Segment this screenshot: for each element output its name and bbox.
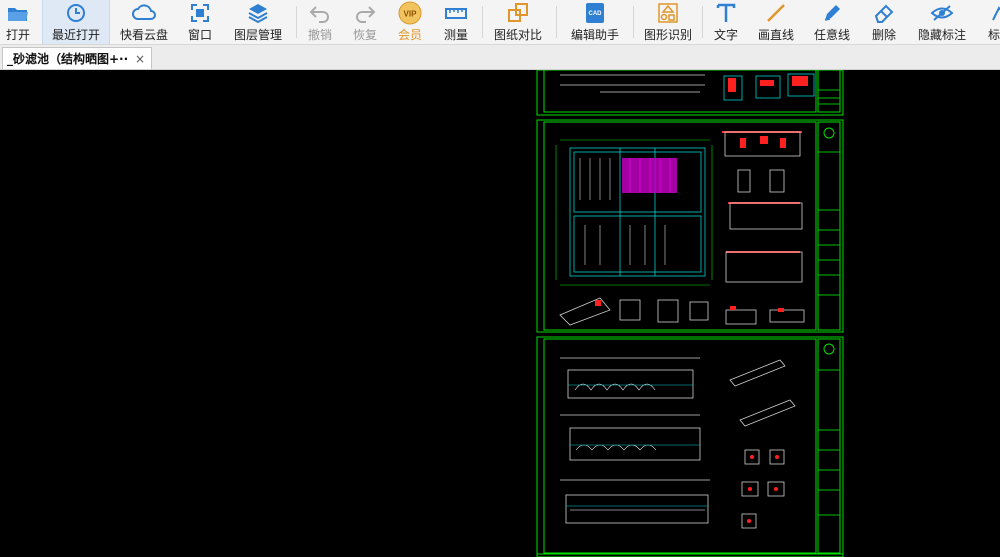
document-tab[interactable]: _砂滤池（结构晒图+·· ×	[2, 47, 152, 69]
pen-icon	[820, 1, 844, 25]
undo-icon	[308, 1, 332, 25]
annotate-icon	[988, 1, 1000, 25]
eye-icon	[930, 1, 954, 25]
shape-recognize-icon	[656, 1, 680, 25]
annotate-label: 标注	[987, 28, 1000, 42]
delete-button[interactable]: 删除	[866, 0, 902, 44]
redo-button[interactable]: 恢复	[347, 0, 383, 44]
line-icon	[764, 1, 788, 25]
toolbar-divider	[556, 6, 557, 38]
cad-drawing	[536, 70, 844, 557]
window-icon	[188, 1, 212, 25]
toolbar-divider	[482, 6, 483, 38]
toolbar-divider	[633, 6, 634, 38]
measure-label: 测量	[443, 28, 468, 42]
measure-button[interactable]: 测量	[438, 0, 474, 44]
folder-icon	[6, 1, 30, 25]
eraser-icon	[872, 1, 896, 25]
layer-manager-label: 图层管理	[233, 28, 282, 42]
draw-line-label: 画直线	[757, 28, 794, 42]
document-tab-bar: _砂滤池（结构晒图+·· ×	[0, 45, 1000, 70]
text-button[interactable]: 文字	[708, 0, 744, 44]
freehand-line-button[interactable]: 任意线	[808, 0, 856, 44]
vip-icon: VIP	[398, 1, 422, 25]
recent-open-label: 最近打开	[51, 28, 100, 42]
hide-annotations-button[interactable]: 隐藏标注	[912, 0, 972, 44]
undo-button[interactable]: 撤销	[302, 0, 338, 44]
edit-helper-icon: CAD	[583, 1, 607, 25]
toolbar-divider	[702, 6, 703, 38]
annotate-button[interactable]: 标注	[982, 0, 1000, 44]
close-icon[interactable]: ×	[133, 52, 147, 66]
drawing-compare-button[interactable]: 图纸对比	[488, 0, 548, 44]
title-block	[817, 121, 841, 331]
open-label: 打开	[5, 28, 30, 42]
shape-recognize-label: 图形识别	[643, 28, 692, 42]
vip-label: 会员	[397, 28, 422, 42]
ruler-icon	[444, 1, 468, 25]
layers-icon	[246, 1, 270, 25]
title-block	[817, 70, 841, 113]
compare-icon	[506, 1, 530, 25]
edit-helper-label: 编辑助手	[570, 28, 619, 42]
clock-icon	[64, 1, 88, 25]
redo-label: 恢复	[352, 28, 377, 42]
vip-badge-text: VIP	[404, 10, 418, 19]
delete-label: 删除	[871, 28, 896, 42]
draw-line-button[interactable]: 画直线	[752, 0, 800, 44]
recent-open-button[interactable]: 最近打开	[42, 0, 110, 44]
vip-button[interactable]: VIP 会员	[392, 0, 428, 44]
freehand-line-label: 任意线	[813, 28, 850, 42]
undo-label: 撤销	[307, 28, 332, 42]
text-label: 文字	[713, 28, 738, 42]
drawing-compare-label: 图纸对比	[493, 28, 542, 42]
title-block	[817, 338, 841, 554]
shape-recognize-button[interactable]: 图形识别	[638, 0, 698, 44]
document-tab-title: _砂滤池（结构晒图+··	[7, 52, 129, 66]
main-toolbar: 打开 最近打开 快看云盘 窗口 图层管理 撤销 恢复 VIP 会员 测量 图纸对…	[0, 0, 1000, 45]
cloud-disk-label: 快看云盘	[119, 28, 168, 42]
open-button[interactable]: 打开	[0, 0, 36, 44]
toolbar-divider	[296, 6, 297, 38]
edit-helper-button[interactable]: CAD 编辑助手	[565, 0, 625, 44]
cloud-disk-button[interactable]: 快看云盘	[114, 0, 174, 44]
text-icon	[714, 1, 738, 25]
window-label: 窗口	[187, 28, 212, 42]
layer-manager-button[interactable]: 图层管理	[228, 0, 288, 44]
window-button[interactable]: 窗口	[182, 0, 218, 44]
cad-badge-text: CAD	[589, 11, 603, 17]
drawing-canvas[interactable]	[0, 70, 1000, 557]
redo-icon	[353, 1, 377, 25]
hide-annotations-label: 隐藏标注	[917, 28, 966, 42]
cloud-icon	[132, 1, 156, 25]
